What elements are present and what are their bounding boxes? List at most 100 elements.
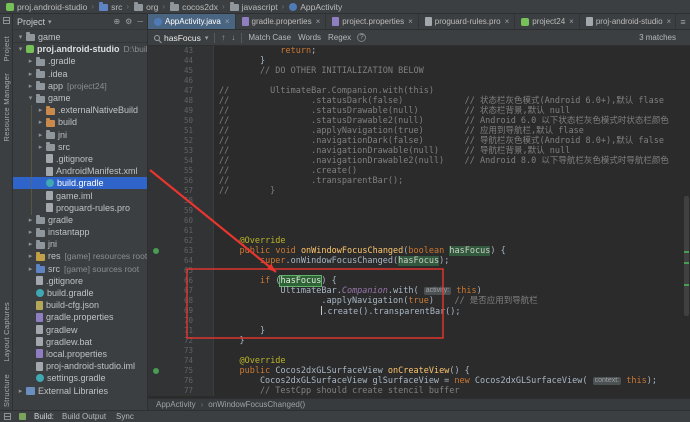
next-match-icon[interactable]: ↓ bbox=[231, 33, 235, 42]
tree-item-proj-android-studio[interactable]: ▾proj.android-studioD:\build\jsb bbox=[13, 43, 147, 55]
code-line[interactable]: 65 bbox=[148, 266, 690, 276]
tree-item-jni[interactable]: ▸jni bbox=[13, 129, 147, 141]
tabs-menu-icon[interactable]: ≡ bbox=[675, 14, 690, 29]
build-tab-build-output[interactable]: Build Output bbox=[62, 412, 106, 421]
code-line[interactable]: 52// .navigationDark(false) // 导航栏灰色模式(A… bbox=[148, 136, 690, 146]
chevron-right-icon[interactable]: ▸ bbox=[26, 228, 35, 236]
code-line[interactable]: 63 public void onWindowFocusChanged(bool… bbox=[148, 246, 690, 256]
tree-item-jni[interactable]: ▸jni bbox=[13, 238, 147, 250]
tree-item-res[interactable]: ▸res[game] resources root bbox=[13, 250, 147, 262]
code-line[interactable]: 73 bbox=[148, 346, 690, 356]
code-line[interactable]: 60 bbox=[148, 216, 690, 226]
code-line[interactable]: 51// .applyNavigation(true) // 应用到导航栏,默认… bbox=[148, 126, 690, 136]
tree-item-game[interactable]: ▾game bbox=[13, 92, 147, 104]
code-line[interactable]: 48// .statusDark(false) // 状态栏灰色模式(Andro… bbox=[148, 96, 690, 106]
tool-window-switcher-icon[interactable] bbox=[4, 413, 11, 420]
chevron-down-icon[interactable]: ▾ bbox=[16, 33, 25, 41]
code-line[interactable]: 49// .statusDrawable(null) // 状态栏背景,默认 n… bbox=[148, 106, 690, 116]
code-line[interactable]: 58 bbox=[148, 196, 690, 206]
code-line[interactable]: 44 } bbox=[148, 56, 690, 66]
project-view-selector[interactable]: Project ▾ bbox=[17, 17, 52, 27]
chevron-right-icon[interactable]: ▸ bbox=[26, 82, 35, 90]
tree-item-settings-gradle[interactable]: settings.gradle bbox=[13, 372, 147, 384]
tree-item-src[interactable]: ▸src[game] sources root bbox=[13, 263, 147, 275]
code-line[interactable]: 77 // TestCpp should create stencil buff… bbox=[148, 386, 690, 396]
editor-tab-gradle-properties[interactable]: gradle.properties× bbox=[236, 14, 327, 29]
editor-tab-appactivity-java[interactable]: AppActivity.java× bbox=[148, 14, 236, 29]
tree-item-proguard-rules-pro[interactable]: proguard-rules.pro bbox=[13, 202, 147, 214]
tree-item-external-libraries[interactable]: ▸External Libraries bbox=[13, 384, 147, 396]
editor-breadcrumb-onwindowfocuschanged-[interactable]: onWindowFocusChanged() bbox=[208, 400, 305, 409]
chevron-right-icon[interactable]: ▸ bbox=[16, 387, 25, 395]
editor-tab-proj-android-studio[interactable]: proj-android-studio× bbox=[580, 14, 677, 29]
code-line[interactable]: 56// .transparentBar(); bbox=[148, 176, 690, 186]
tree-item-game-iml[interactable]: game.iml bbox=[13, 189, 147, 201]
chevron-down-icon[interactable]: ▾ bbox=[26, 94, 35, 102]
tool-button-resource-manager[interactable]: Resource Manager bbox=[2, 73, 11, 142]
editor-tab-project24[interactable]: project24× bbox=[515, 14, 580, 29]
tree-item-build-gradle[interactable]: build.gradle bbox=[13, 177, 147, 189]
code-line[interactable]: 75 public Cocos2dxGLSurfaceView onCreate… bbox=[148, 366, 690, 376]
close-icon[interactable]: × bbox=[408, 17, 413, 26]
editor-tab-proguard-rules-pro[interactable]: proguard-rules.pro× bbox=[419, 14, 515, 29]
chevron-right-icon[interactable]: ▸ bbox=[26, 216, 35, 224]
close-icon[interactable]: × bbox=[505, 17, 510, 26]
close-icon[interactable]: × bbox=[225, 17, 230, 26]
code-line[interactable]: 64 super.onWindowFocusChanged(hasFocus); bbox=[148, 256, 690, 266]
tool-windows-icon[interactable] bbox=[3, 17, 10, 24]
tree-item-gradle-properties[interactable]: gradle.properties bbox=[13, 311, 147, 323]
code-line[interactable]: 69 .create().transparentBar(); bbox=[148, 306, 690, 316]
tree-item-gradle[interactable]: ▸gradle bbox=[13, 214, 147, 226]
editor-breadcrumb-appactivity[interactable]: AppActivity bbox=[156, 400, 196, 409]
breadcrumb-item-org[interactable]: org bbox=[133, 2, 158, 12]
tree-item-local-properties[interactable]: local.properties bbox=[13, 348, 147, 360]
code-line[interactable]: 67 UltimateBar.Companion.with( activity:… bbox=[148, 286, 690, 296]
breadcrumb-item-proj-android-studio[interactable]: proj.android-studio bbox=[5, 2, 87, 12]
previous-match-icon[interactable]: ↑ bbox=[221, 33, 225, 42]
tree-item--gitignore[interactable]: .gitignore bbox=[13, 153, 147, 165]
chevron-right-icon[interactable]: ▸ bbox=[36, 131, 45, 139]
search-input[interactable]: hasFocus ▾ bbox=[154, 33, 208, 43]
code-line[interactable]: 47// UltimateBar.Companion.with(this) bbox=[148, 86, 690, 96]
build-tab-sync[interactable]: Sync bbox=[116, 412, 134, 421]
code-line[interactable]: 57// } bbox=[148, 186, 690, 196]
code-line[interactable]: 72 } bbox=[148, 336, 690, 346]
chevron-right-icon[interactable]: ▸ bbox=[26, 70, 35, 78]
code-line[interactable]: 62 @Override bbox=[148, 236, 690, 246]
tree-item-proj-android-studio-iml[interactable]: proj-android-studio.iml bbox=[13, 360, 147, 372]
tree-item-src[interactable]: ▸src bbox=[13, 141, 147, 153]
code-line[interactable]: 50// .statusDrawable2(null) // Android 6… bbox=[148, 116, 690, 126]
chevron-right-icon[interactable]: ▸ bbox=[36, 118, 45, 126]
code-line[interactable]: 76 Cocos2dxGLSurfaceView glSurfaceView =… bbox=[148, 376, 690, 386]
breadcrumb-item-appactivity[interactable]: AppActivity bbox=[288, 2, 342, 12]
chevron-right-icon[interactable]: ▸ bbox=[36, 106, 45, 114]
tree-item-game[interactable]: ▾game bbox=[13, 31, 147, 43]
locate-file-icon[interactable]: ⊕ bbox=[113, 17, 120, 26]
tree-item-build-gradle[interactable]: build.gradle bbox=[13, 287, 147, 299]
tree-item--gitignore[interactable]: .gitignore bbox=[13, 275, 147, 287]
code-line[interactable]: 59 bbox=[148, 206, 690, 216]
tree-item-build[interactable]: ▸build bbox=[13, 116, 147, 128]
code-line[interactable]: 61 bbox=[148, 226, 690, 236]
code-line[interactable]: 53// .navigationDrawable(null) // 导航栏背景,… bbox=[148, 146, 690, 156]
code-line[interactable]: 70 bbox=[148, 316, 690, 326]
find-option-words[interactable]: Words bbox=[298, 33, 321, 42]
find-option-match-case[interactable]: Match Case bbox=[248, 33, 291, 42]
code-line[interactable]: 43 return; bbox=[148, 46, 690, 56]
code-line[interactable]: 66 if (hasFocus) { bbox=[148, 276, 690, 286]
breadcrumb-item-cocos2dx[interactable]: cocos2dx bbox=[169, 2, 218, 12]
code-line[interactable]: 55// .create() bbox=[148, 166, 690, 176]
code-line[interactable]: 68 .applyNavigation(true) // 是否应用到导航栏 bbox=[148, 296, 690, 306]
tree-item-gradlew-bat[interactable]: gradlew.bat bbox=[13, 336, 147, 348]
tool-button-structure[interactable]: Structure bbox=[2, 374, 11, 407]
chevron-right-icon[interactable]: ▸ bbox=[26, 252, 35, 260]
code-editor[interactable]: 43 return;44 }45 // DO OTHER INITIALIZAT… bbox=[148, 46, 690, 398]
close-icon[interactable]: × bbox=[667, 17, 672, 26]
tree-item-build-cfg-json[interactable]: build-cfg.json bbox=[13, 299, 147, 311]
breadcrumb-item-src[interactable]: src bbox=[98, 2, 122, 12]
code-line[interactable]: 74 @Override bbox=[148, 356, 690, 366]
tree-item--gradle[interactable]: ▸.gradle bbox=[13, 55, 147, 67]
close-icon[interactable]: × bbox=[569, 17, 574, 26]
code-line[interactable]: 71 } bbox=[148, 326, 690, 336]
code-line[interactable]: 54// .navigationDrawable2(null) // Andro… bbox=[148, 156, 690, 166]
